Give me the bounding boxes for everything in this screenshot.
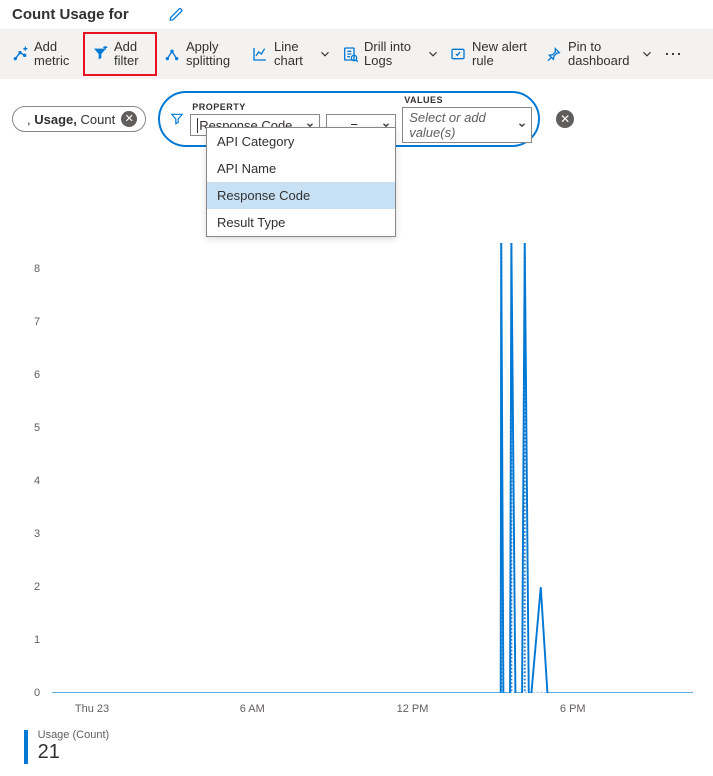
y-axis-tick: 0 [34, 687, 40, 699]
apply-splitting-button[interactable]: Apply splitting [156, 33, 244, 75]
page-title: Count Usage for [12, 6, 129, 23]
property-dropdown: API Category API Name Response Code Resu… [206, 127, 396, 237]
chevron-down-icon[interactable] [316, 47, 334, 61]
metric-pill[interactable]: , Usage, Count ✕ [12, 106, 146, 132]
y-axis-tick: 7 [34, 316, 40, 328]
toolbar-label: Add filter [114, 40, 148, 69]
metric-pill-text: , Usage, Count [27, 112, 115, 127]
line-chart-button[interactable]: Line chart [244, 33, 316, 75]
filter-row: , Usage, Count ✕ PROPERTY Response Code … [0, 79, 713, 153]
toolbar-label: Add metric [34, 40, 76, 69]
legend-label: Usage (Count) [38, 729, 110, 741]
legend-value: 21 [38, 741, 110, 764]
logs-icon [342, 46, 358, 62]
y-axis-tick: 6 [34, 369, 40, 381]
add-metric-button[interactable]: Add metric [4, 33, 84, 75]
chart: 012345678 Thu 236 AM12 PM6 PM [12, 243, 701, 723]
drill-into-logs-button[interactable]: Drill into Logs [334, 33, 424, 75]
alert-icon [450, 46, 466, 62]
dropdown-item[interactable]: Response Code [207, 182, 395, 209]
pin-icon [546, 46, 562, 62]
more-icon[interactable]: ⋯ [656, 44, 690, 65]
chevron-down-icon[interactable] [638, 47, 656, 61]
property-caption: PROPERTY [190, 102, 320, 112]
values-select[interactable]: Select or add value(s) [402, 107, 532, 143]
toolbar-label: Drill into Logs [364, 40, 416, 69]
new-alert-rule-button[interactable]: New alert rule [442, 33, 538, 75]
toolbar-label: Pin to dashboard [568, 40, 630, 69]
line-chart-icon [252, 46, 268, 62]
legend-color-bar [24, 730, 28, 764]
dropdown-item[interactable]: API Category [207, 128, 395, 155]
dropdown-item[interactable]: API Name [207, 155, 395, 182]
pin-to-dashboard-button[interactable]: Pin to dashboard [538, 33, 638, 75]
chart-plot [52, 243, 693, 693]
funnel-plus-icon [92, 46, 108, 62]
add-metric-icon [12, 46, 28, 62]
y-axis-tick: 1 [34, 634, 40, 646]
toolbar-label: New alert rule [472, 40, 530, 69]
funnel-icon [170, 112, 184, 126]
y-axis-tick: 5 [34, 422, 40, 434]
toolbar-label: Line chart [274, 40, 308, 69]
dropdown-item[interactable]: Result Type [207, 209, 395, 236]
legend: Usage (Count) 21 [0, 723, 713, 776]
close-icon[interactable]: ✕ [556, 110, 574, 128]
y-axis-tick: 2 [34, 581, 40, 593]
split-icon [164, 46, 180, 62]
y-axis-tick: 8 [34, 263, 40, 275]
chevron-down-icon[interactable] [424, 47, 442, 61]
close-icon[interactable]: ✕ [121, 111, 137, 127]
y-axis-tick: 3 [34, 528, 40, 540]
edit-icon[interactable] [169, 7, 184, 22]
toolbar-label: Apply splitting [186, 40, 236, 69]
chevron-down-icon [517, 120, 527, 130]
add-filter-button[interactable]: Add filter [84, 33, 156, 75]
y-axis-tick: 4 [34, 475, 40, 487]
toolbar: Add metric Add filter Apply splitting Li… [0, 29, 713, 79]
values-caption: VALUES [402, 95, 532, 105]
